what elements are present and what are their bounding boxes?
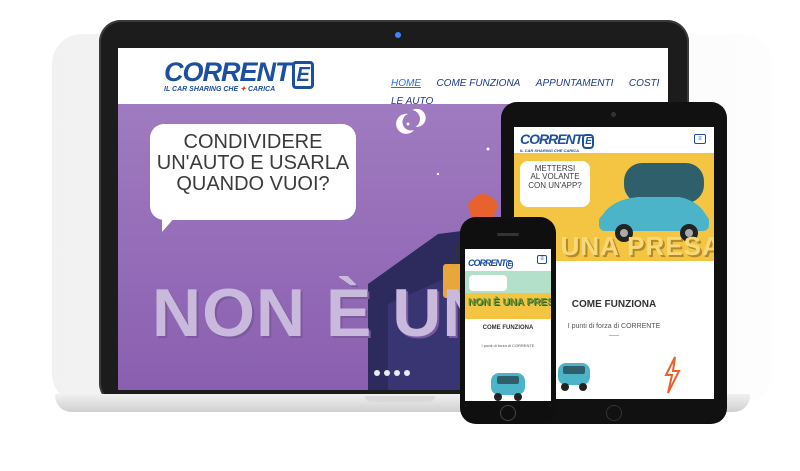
laptop-camera — [395, 32, 401, 38]
tablet-logo-e: E — [582, 134, 594, 149]
tablet-speech-bubble: METTERSI AL VOLANTE CON UN'APP? — [520, 161, 590, 207]
slider-dots — [372, 363, 412, 381]
nav-come-funziona[interactable]: COME FUNZIONA — [436, 78, 520, 89]
tablet-logo[interactable]: CORRENT E IL CAR SHARING CHE CARICA — [520, 131, 594, 153]
site-logo[interactable]: CORRENT E IL CAR SHARING CHE ✦ CARICA — [164, 57, 314, 93]
nav-costi[interactable]: COSTI — [629, 78, 660, 89]
phone-logo[interactable]: CORRENT E — [468, 253, 514, 271]
tablet-bubble-line-3: CON UN'APP? — [528, 180, 582, 190]
phone-speaker — [497, 233, 519, 236]
divider — [609, 335, 619, 336]
nav-appuntamenti[interactable]: APPUNTAMENTI — [536, 78, 614, 89]
logo-e-box: E — [291, 61, 314, 89]
phone-logo-e: E — [505, 260, 514, 269]
logo-tagline: IL CAR SHARING CHE — [164, 86, 239, 93]
phone-home-button[interactable] — [500, 405, 516, 421]
phone-section-title: COME FUNZIONA — [482, 325, 534, 331]
hero-bubble-line-3: QUANDO VUOI? — [176, 173, 330, 195]
hamburger-icon[interactable]: ≡ — [537, 255, 547, 264]
bubble-tail — [162, 216, 176, 232]
hero-bubble-line-1: CONDIVIDERE — [183, 131, 323, 153]
phone-section-subtitle: I punti di forza di CORRENTE — [481, 343, 535, 348]
car-icon — [491, 373, 525, 401]
phone-speech-bubble — [469, 275, 507, 291]
phone-hero-headline: NON È UNA PRESA — [468, 297, 551, 308]
site-header: CORRENT E IL CAR SHARING CHE ✦ CARICA HOM… — [118, 48, 668, 107]
bolt-icon — [664, 356, 681, 394]
slider-dot[interactable] — [394, 370, 400, 376]
nav-home[interactable]: HOME — [391, 78, 421, 89]
tablet-camera — [611, 112, 616, 117]
logo-tagline-end: CARICA — [247, 86, 276, 93]
hero-speech-bubble: CONDIVIDERE UN'AUTO E USARLA QUANDO VUOI… — [150, 124, 356, 220]
phone-screen: CORRENTE ≡ NON È UNA PRESA COME FUNZIONA… — [465, 249, 551, 401]
hamburger-icon[interactable]: ≡ — [694, 134, 706, 144]
tablet-hero-headline: È UNA PRESA! — [534, 231, 714, 261]
tablet-logo-wordmark: CORRENT — [520, 131, 583, 147]
phone-logo-wordmark: CORRENT — [468, 258, 506, 268]
hero-bubble-line-2: UN'AUTO E USARLA — [156, 152, 350, 174]
slider-dot[interactable] — [384, 370, 390, 376]
logo-wordmark: CORRENT — [164, 57, 291, 87]
slider-dot[interactable] — [404, 370, 410, 376]
car-icon — [558, 363, 590, 391]
phone-hero: NON È UNA PRESA — [465, 271, 551, 319]
plug-icon: ✦ — [240, 86, 246, 93]
slider-dot[interactable] — [374, 370, 380, 376]
laptop-notch — [365, 396, 435, 402]
tablet-home-button[interactable] — [606, 405, 622, 421]
